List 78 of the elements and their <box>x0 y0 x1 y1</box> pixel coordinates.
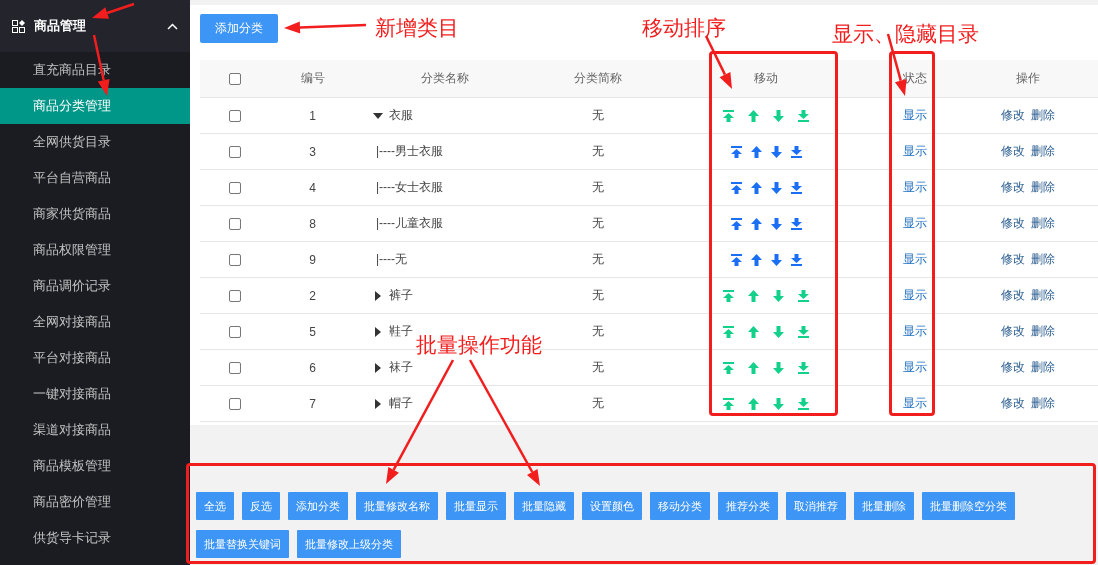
status-link[interactable]: 显示 <box>903 288 927 302</box>
column-header: 编号 <box>270 60 355 98</box>
sidebar-item[interactable]: 商品调价记录 <box>0 268 190 304</box>
action-link[interactable]: 删除 <box>1030 324 1055 338</box>
annotation-label: 批量操作功能 <box>416 332 542 358</box>
table-cell: 帽子 <box>389 395 413 412</box>
action-link[interactable]: 删除 <box>1030 396 1055 410</box>
sidebar-item[interactable]: 商品模板管理 <box>0 448 190 484</box>
table-cell: 3 <box>309 144 316 159</box>
status-link[interactable]: 显示 <box>903 252 927 266</box>
status-link[interactable]: 显示 <box>903 216 927 230</box>
status-link[interactable]: 显示 <box>903 108 927 122</box>
table-cell: 无 <box>591 396 604 410</box>
sidebar-item[interactable]: 全网供货目录 <box>0 124 190 160</box>
column-header: 分类名称 <box>355 60 535 98</box>
sidebar-item[interactable]: 供货导卡记录 <box>0 520 190 556</box>
action-link[interactable]: 删除 <box>1030 144 1055 158</box>
table-cell: 1 <box>309 108 316 123</box>
table-cell: 4 <box>309 180 316 195</box>
table-cell: |----男士衣服 <box>376 143 444 160</box>
table-cell: |----无 <box>376 251 408 268</box>
table-cell: 5 <box>309 324 316 339</box>
table-cell: |----儿童衣服 <box>376 215 444 232</box>
action-link[interactable]: 删除 <box>1030 108 1055 122</box>
sidebar-item[interactable]: 平台对接商品 <box>0 340 190 376</box>
table-cell: 衣服 <box>389 107 413 124</box>
table-cell: 无 <box>591 360 604 374</box>
sidebar-item[interactable]: 全网对接商品 <box>0 304 190 340</box>
action-link[interactable]: 修改 <box>1001 216 1026 230</box>
action-link[interactable]: 修改 <box>1001 144 1026 158</box>
table-cell: 8 <box>309 216 316 231</box>
status-link[interactable]: 显示 <box>903 180 927 194</box>
table-cell: 袜子 <box>389 359 413 376</box>
table-cell: 无 <box>591 216 604 230</box>
annotation-label: 显示、隐藏目录 <box>832 21 979 47</box>
sidebar-item[interactable]: 商品分类管理 <box>0 88 190 124</box>
annotation-label: 新增类目 <box>375 15 459 41</box>
sidebar-item[interactable]: 商品权限管理 <box>0 232 190 268</box>
menu-group-label: 商品管理 <box>34 17 87 35</box>
table-cell: 无 <box>591 144 604 158</box>
action-link[interactable]: 修改 <box>1001 108 1026 122</box>
action-link[interactable]: 删除 <box>1030 180 1055 194</box>
sidebar-item[interactable]: 商家供货商品 <box>0 196 190 232</box>
sidebar-item[interactable]: 商品密价管理 <box>0 484 190 520</box>
menu-group-header[interactable]: 商品管理 <box>0 0 190 52</box>
action-link[interactable]: 删除 <box>1030 360 1055 374</box>
table-cell: 无 <box>591 180 604 194</box>
table-cell: |----女士衣服 <box>376 179 444 196</box>
status-link[interactable]: 显示 <box>903 144 927 158</box>
sidebar-item[interactable]: 渠道对接商品 <box>0 412 190 448</box>
action-link[interactable]: 修改 <box>1001 252 1026 266</box>
table-cell: 9 <box>309 252 316 267</box>
table-cell: 无 <box>591 288 604 302</box>
sidebar-item[interactable]: 一键对接商品 <box>0 376 190 412</box>
column-header: 移动 <box>660 60 872 98</box>
table-cell: 鞋子 <box>389 323 413 340</box>
status-link[interactable]: 显示 <box>903 396 927 410</box>
table-cell: 裤子 <box>389 287 413 304</box>
status-link[interactable]: 显示 <box>903 324 927 338</box>
status-link[interactable]: 显示 <box>903 360 927 374</box>
action-link[interactable]: 修改 <box>1001 396 1026 410</box>
annotation-label: 移动排序 <box>642 15 726 41</box>
table-cell: 无 <box>591 252 604 266</box>
column-header: 分类简称 <box>535 60 660 98</box>
table-cell: 无 <box>591 324 604 338</box>
action-link[interactable]: 删除 <box>1030 216 1055 230</box>
action-link[interactable]: 删除 <box>1030 252 1055 266</box>
table-cell: 无 <box>591 108 604 122</box>
table-cell: 6 <box>309 360 316 375</box>
table-cell: 7 <box>309 396 316 411</box>
action-link[interactable]: 修改 <box>1001 324 1026 338</box>
action-link[interactable]: 修改 <box>1001 360 1026 374</box>
sidebar-item[interactable]: 平台自营商品 <box>0 160 190 196</box>
action-link[interactable]: 删除 <box>1030 288 1055 302</box>
action-link[interactable]: 修改 <box>1001 180 1026 194</box>
column-header: 操作 <box>958 60 1098 98</box>
action-link[interactable]: 修改 <box>1001 288 1026 302</box>
table-cell: 2 <box>309 288 316 303</box>
